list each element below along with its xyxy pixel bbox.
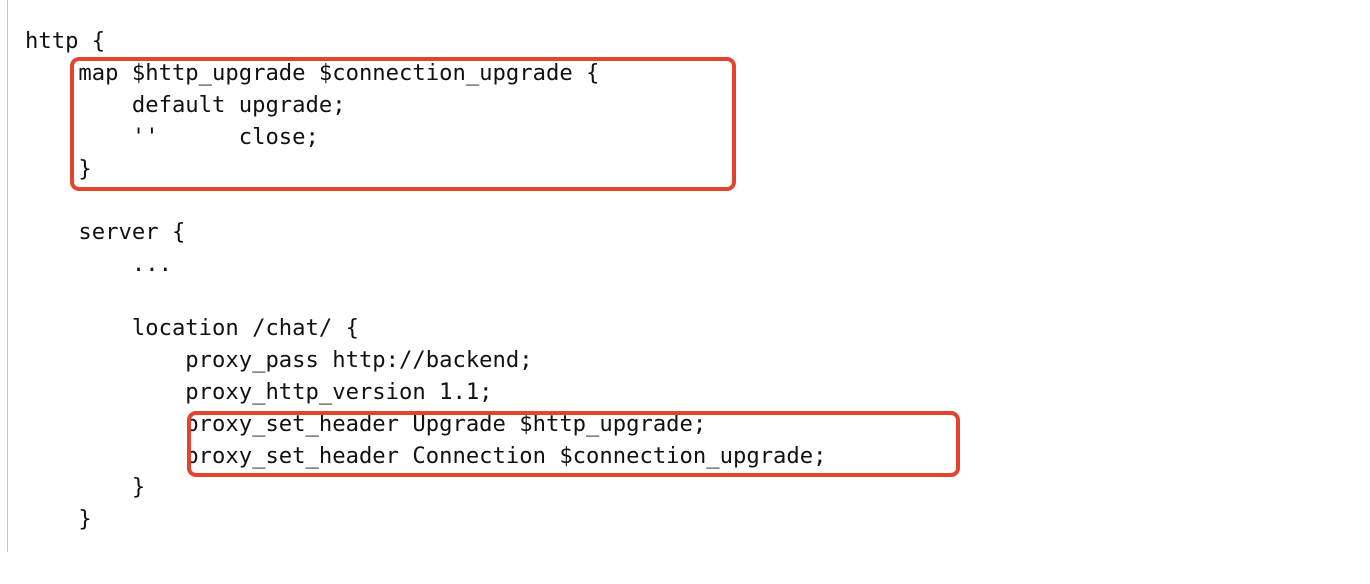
code-line-proxy-pass: proxy_pass http://backend;	[25, 346, 533, 373]
code-line-map-close: }	[25, 155, 92, 182]
code-line-location-open: location /chat/ {	[25, 315, 359, 342]
code-line-default-upgrade: default upgrade;	[25, 91, 346, 118]
code-block: http { map $http_upgrade $connection_upg…	[25, 26, 826, 536]
code-line-upgrade-header: proxy_set_header Upgrade $http_upgrade;	[25, 410, 707, 437]
code-line-map-open: map $http_upgrade $connection_upgrade {	[25, 59, 600, 86]
left-border-rule	[7, 0, 8, 552]
code-line-http-open: http {	[25, 28, 106, 54]
code-line-ellipsis: ...	[25, 251, 172, 278]
code-line-connection-header: proxy_set_header Connection $connection_…	[25, 442, 827, 469]
code-line-server-open: server {	[25, 219, 186, 246]
code-line-server-close: }	[25, 506, 92, 533]
code-line-empty-close: '' close;	[25, 123, 319, 150]
code-line-location-close: }	[25, 474, 146, 501]
code-line-proxy-http-version: proxy_http_version 1.1;	[25, 378, 493, 405]
